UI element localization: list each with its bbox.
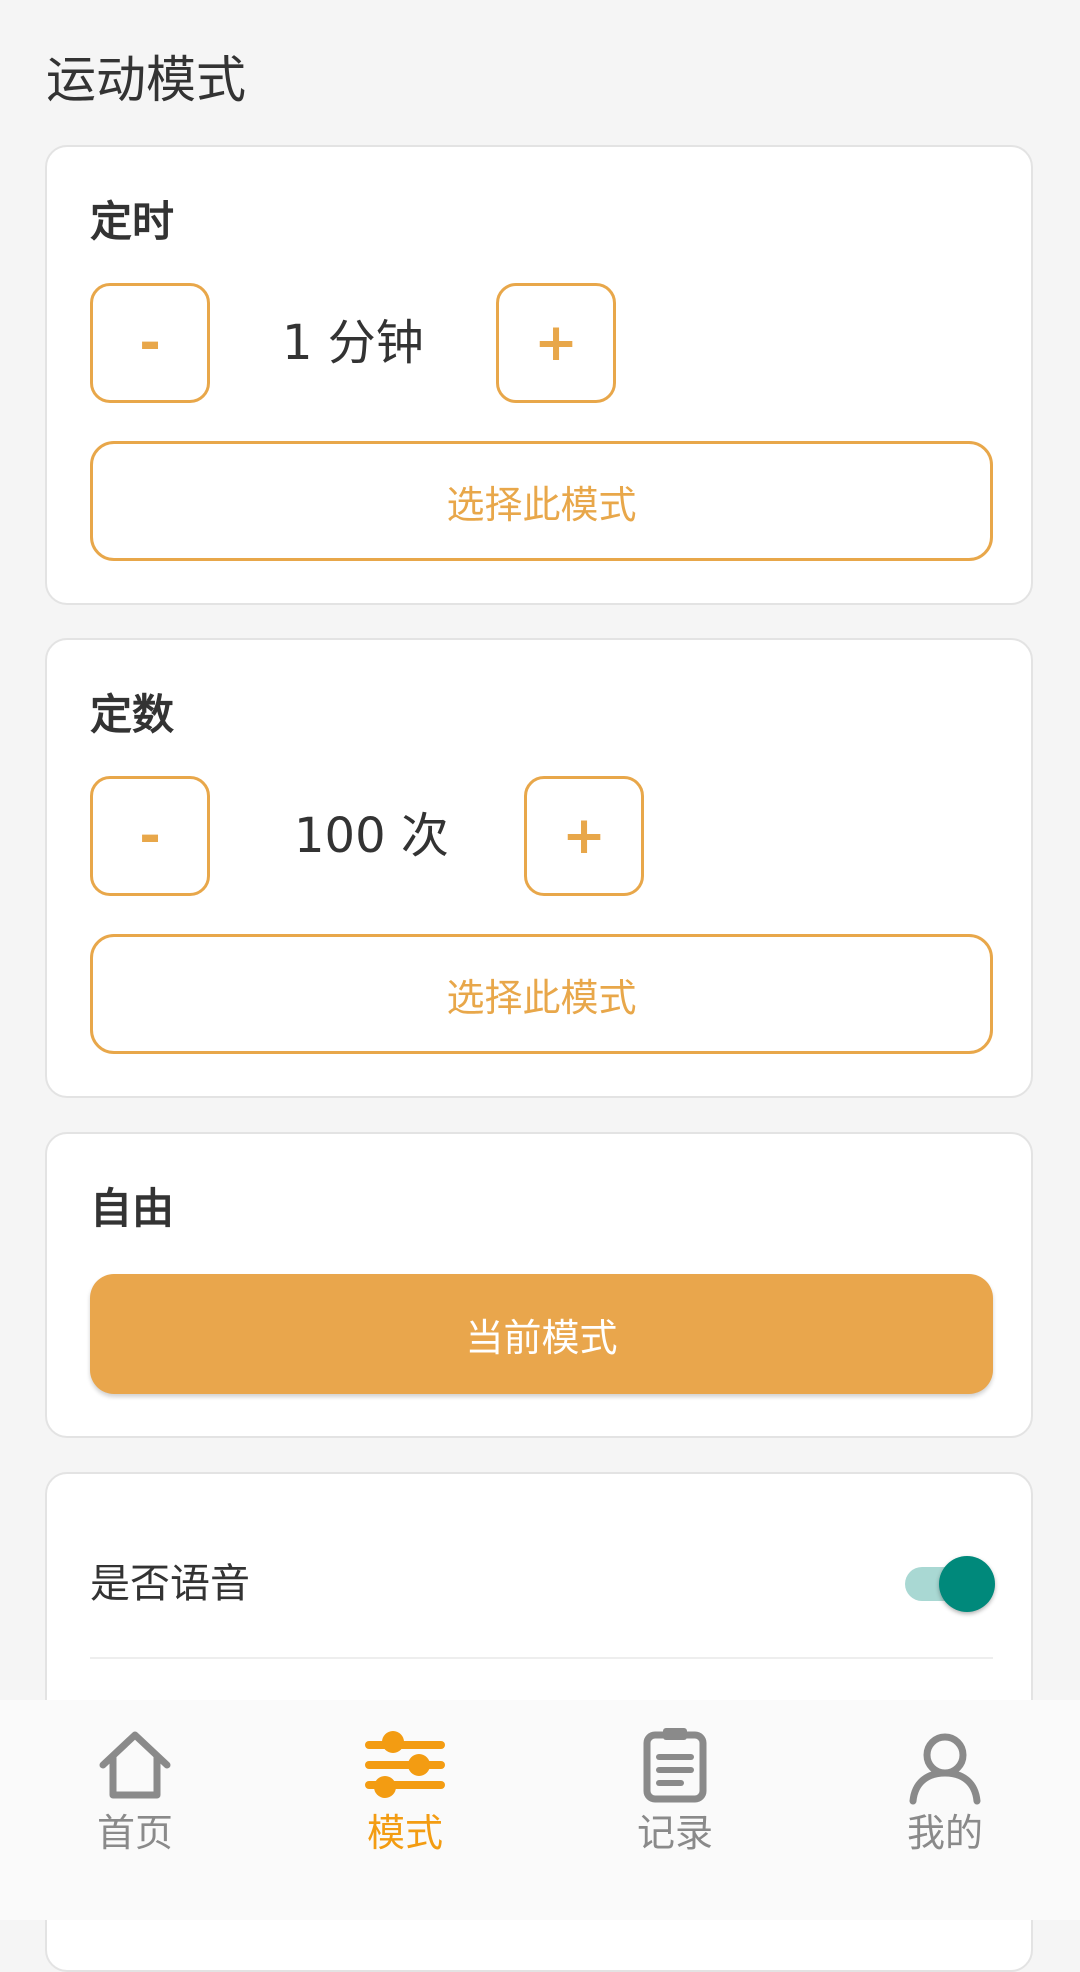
sliders-icon	[365, 1731, 445, 1798]
tab-mode[interactable]: 模式	[270, 1700, 540, 1920]
free-mode-card: 自由 当前模式	[45, 1132, 1033, 1438]
user-icon	[909, 1733, 981, 1805]
free-card-title: 自由	[90, 1184, 175, 1233]
settings-divider	[90, 1657, 993, 1659]
count-mode-card: 定数 - 100 次 + 选择此模式	[45, 638, 1033, 1098]
count-value: 100 次	[294, 808, 449, 864]
tab-mode-label: 模式	[366, 1811, 443, 1855]
tab-records[interactable]: 记录	[540, 1700, 810, 1920]
toggle-knob	[939, 1556, 995, 1612]
timer-increase-button[interactable]: +	[496, 283, 616, 403]
tab-home-label: 首页	[96, 1811, 173, 1855]
count-increase-button[interactable]: +	[524, 776, 644, 896]
count-card-title: 定数	[90, 690, 175, 739]
voice-toggle[interactable]	[897, 1554, 1007, 1614]
timer-select-mode-button[interactable]: 选择此模式	[90, 441, 993, 561]
count-select-mode-button[interactable]: 选择此模式	[90, 934, 993, 1054]
timer-mode-card: 定时 - 1 分钟 + 选择此模式	[45, 145, 1033, 605]
clipboard-icon	[643, 1728, 707, 1803]
tab-profile-label: 我的	[906, 1811, 983, 1855]
bottom-tab-bar: 首页 模式 记录 我的	[0, 1700, 1080, 1920]
timer-value: 1 分钟	[282, 315, 424, 371]
page-title: 运动模式	[46, 51, 246, 109]
count-decrease-button[interactable]: -	[90, 776, 210, 896]
current-mode-button[interactable]: 当前模式	[90, 1274, 993, 1394]
timer-card-title: 定时	[90, 197, 175, 246]
tab-profile[interactable]: 我的	[810, 1700, 1080, 1920]
voice-setting-label: 是否语音	[90, 1561, 250, 1607]
tab-home[interactable]: 首页	[0, 1700, 270, 1920]
home-icon	[99, 1731, 171, 1799]
tab-records-label: 记录	[636, 1811, 713, 1855]
timer-decrease-button[interactable]: -	[90, 283, 210, 403]
